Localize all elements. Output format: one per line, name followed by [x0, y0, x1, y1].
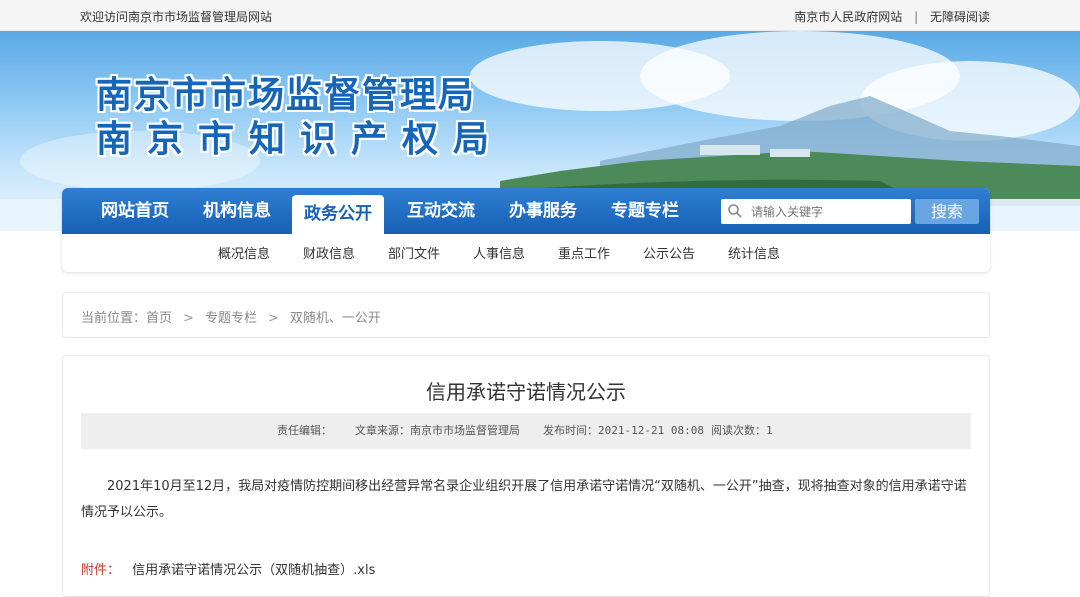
breadcrumb-current[interactable]: 双随机、一公开	[290, 311, 381, 326]
subnav-item-department-docs[interactable]: 部门文件	[388, 243, 440, 262]
subnav-item-finance[interactable]: 财政信息	[303, 243, 355, 262]
subnav-item-statistics[interactable]: 统计信息	[728, 243, 780, 262]
accessibility-link[interactable]: 无障碍阅读	[930, 10, 990, 24]
sub-nav: 概况信息 财政信息 部门文件 人事信息 重点工作 公示公告 统计信息	[62, 234, 990, 272]
meta-view-count: 阅读次数：1	[711, 424, 773, 437]
top-links: 南京市人民政府网站 | 无障碍阅读	[794, 8, 990, 25]
subnav-item-overview[interactable]: 概况信息	[218, 243, 270, 262]
meta-editor: 责任编辑：	[277, 424, 332, 437]
search-box	[721, 199, 911, 224]
nav-item-special-topics[interactable]: 专题专栏	[600, 188, 690, 234]
breadcrumb-label: 当前位置：	[81, 311, 147, 326]
site-title-line2: 南京市知识产权局	[96, 118, 505, 160]
meta-publish-time: 发布时间：2021-12-21 08:08	[543, 424, 704, 437]
nav-item-government-affairs[interactable]: 政务公开	[292, 195, 384, 234]
nav-item-services[interactable]: 办事服务	[498, 188, 588, 234]
subnav-item-key-work[interactable]: 重点工作	[558, 243, 610, 262]
search-input[interactable]	[751, 199, 906, 224]
attachment-file-link[interactable]: 信用承诺守诺情况公示（双随机抽查）.xls	[132, 563, 375, 578]
breadcrumb-separator: >	[183, 311, 194, 326]
article-meta-bar: 责任编辑： 文章来源：南京市市场监督管理局 发布时间：2021-12-21 08…	[81, 413, 971, 449]
search-button[interactable]: 搜索	[915, 199, 979, 224]
subnav-item-personnel[interactable]: 人事信息	[473, 243, 525, 262]
article-body: 2021年10月至12月，我局对疫情防控期间移出经营异常名录企业组织开展了信用承…	[81, 479, 967, 520]
subnav-item-announcements[interactable]: 公示公告	[643, 243, 695, 262]
nav-item-interaction[interactable]: 互动交流	[396, 188, 486, 234]
top-link-separator: |	[914, 10, 919, 24]
breadcrumb-separator: >	[267, 311, 279, 326]
welcome-text: 欢迎访问南京市市场监督管理局网站	[80, 10, 273, 24]
breadcrumb: 当前位置：首页 > 专题专栏 > 双随机、一公开	[62, 292, 990, 338]
main-nav: 网站首页 机构信息 政务公开 互动交流 办事服务 专题专栏 搜索	[62, 188, 990, 234]
search-icon	[727, 203, 743, 223]
site-title: 南京市市场监督管理局 南京市知识产权局	[96, 73, 504, 161]
navigation-panel: 网站首页 机构信息 政务公开 互动交流 办事服务 专题专栏 搜索 概况信息 财政…	[62, 188, 990, 272]
gov-website-link[interactable]: 南京市人民政府网站	[794, 10, 902, 24]
article-title: 信用承诺守诺情况公示	[426, 380, 626, 404]
attachment: 附件： 信用承诺守诺情况公示（双随机抽查）.xls	[81, 559, 375, 578]
site-title-line1: 南京市市场监督管理局	[96, 74, 477, 116]
meta-source: 文章来源：南京市市场监督管理局	[355, 424, 520, 437]
breadcrumb-special-topics[interactable]: 专题专栏	[205, 311, 257, 326]
article-panel: 信用承诺守诺情况公示 责任编辑： 文章来源：南京市市场监督管理局 发布时间：20…	[62, 355, 990, 597]
nav-item-organization[interactable]: 机构信息	[192, 188, 282, 234]
breadcrumb-home[interactable]: 首页	[146, 311, 172, 326]
top-bar: 欢迎访问南京市市场监督管理局网站 南京市人民政府网站 | 无障碍阅读	[0, 0, 1080, 31]
nav-item-home[interactable]: 网站首页	[90, 188, 180, 234]
attachment-label: 附件：	[81, 563, 121, 578]
